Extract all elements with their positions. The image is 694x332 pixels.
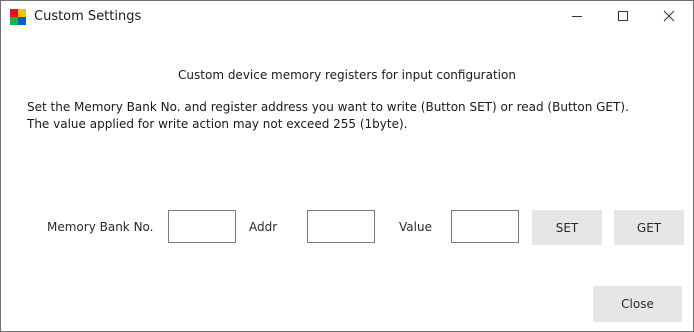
memory-bank-label: Memory Bank No. bbox=[47, 220, 154, 234]
set-button[interactable]: SET bbox=[532, 210, 602, 245]
memory-bank-input[interactable] bbox=[168, 210, 236, 243]
dialog-content: Custom device memory registers for input… bbox=[1, 31, 693, 331]
addr-label: Addr bbox=[249, 220, 278, 234]
close-window-button[interactable] bbox=[646, 1, 692, 31]
title-bar: Custom Settings bbox=[1, 1, 693, 31]
get-button[interactable]: GET bbox=[614, 210, 684, 245]
addr-input[interactable] bbox=[307, 210, 375, 243]
window-title: Custom Settings bbox=[34, 9, 142, 24]
page-heading: Custom device memory registers for input… bbox=[178, 68, 516, 82]
app-icon bbox=[10, 9, 26, 25]
minimize-icon bbox=[572, 16, 582, 17]
maximize-icon bbox=[618, 11, 628, 21]
instruction-line-1: Set the Memory Bank No. and register add… bbox=[27, 100, 629, 114]
value-label: Value bbox=[399, 220, 432, 234]
maximize-button[interactable] bbox=[600, 1, 646, 31]
instruction-line-2: The value applied for write action may n… bbox=[27, 117, 408, 131]
value-input[interactable] bbox=[451, 210, 519, 243]
close-button[interactable]: Close bbox=[593, 286, 682, 322]
close-icon bbox=[663, 10, 675, 22]
minimize-button[interactable] bbox=[554, 1, 600, 31]
instructions: Set the Memory Bank No. and register add… bbox=[27, 99, 629, 133]
custom-settings-window: Custom Settings Custom device memory reg… bbox=[0, 0, 694, 332]
